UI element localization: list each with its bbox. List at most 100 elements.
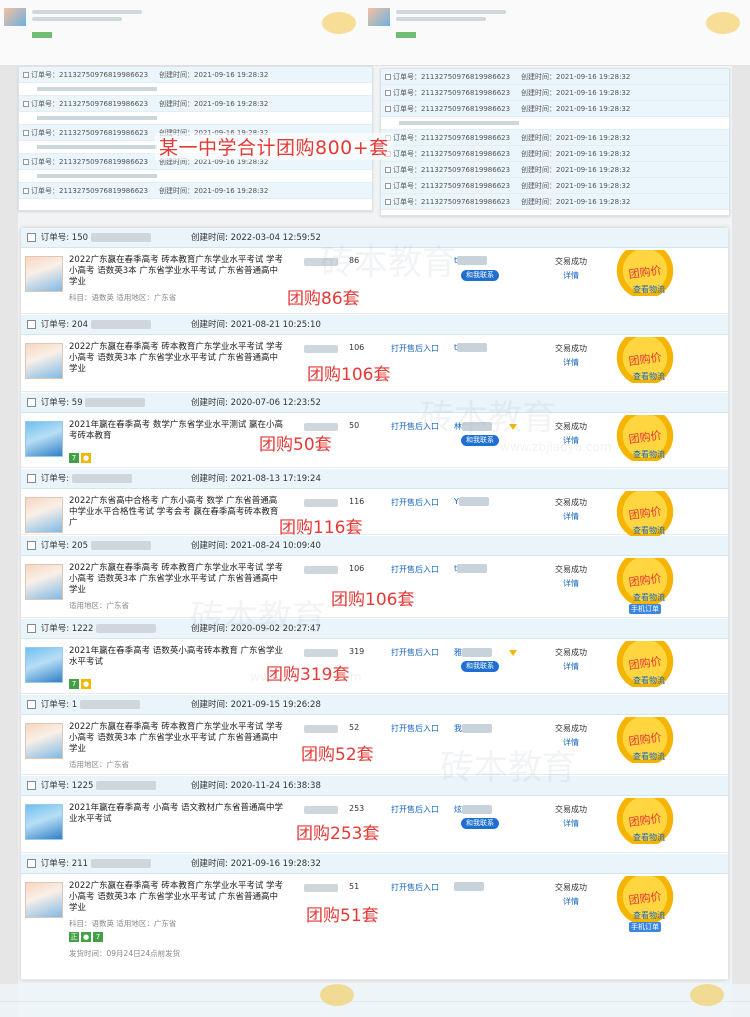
detail-link[interactable]: 详情 <box>546 270 596 281</box>
flag-icon[interactable] <box>509 424 517 430</box>
collage-row: 订单号：21132750976819986623创建时间：2021-09-16 … <box>19 183 372 199</box>
product-meta: 科目：语数英 适用地区：广东省 <box>69 919 177 928</box>
order-status: 交易成功 <box>555 257 587 266</box>
after-sale-link[interactable]: 打开售后入口 <box>391 497 439 508</box>
order-checkbox[interactable] <box>27 541 36 550</box>
buyer-name[interactable]: 雅 <box>454 647 492 658</box>
contact-button[interactable]: 和我联系 <box>461 818 499 829</box>
contact-button[interactable]: 和我联系 <box>461 435 499 446</box>
detail-link[interactable]: 详情 <box>546 818 596 829</box>
order-checkbox[interactable] <box>27 398 36 407</box>
product-title[interactable]: 2022广东赢在春季高考 砖本教育广东学业水平考试 学考小高考 语数英3本 广东… <box>69 881 284 914</box>
quantity: 319 <box>349 647 365 656</box>
detail-link[interactable]: 详情 <box>546 511 596 522</box>
logistics-link[interactable]: 查看物流 <box>624 371 674 382</box>
order-checkbox[interactable] <box>27 233 36 242</box>
order-checkbox[interactable] <box>27 700 36 709</box>
order-body: 2022广东赢在春季高考 砖本教育广东学业水平考试 学考小高考 语数英3本 广东… <box>21 715 728 774</box>
after-sale-link[interactable]: 打开售后入口 <box>391 421 439 432</box>
after-sale-link[interactable]: 打开售后入口 <box>391 804 439 815</box>
ship-time: 发货时间：09月24日24点前发货 <box>69 949 181 958</box>
order-item: 订单号: 1225 创建时间: 2020-11-24 16:38:38 2021… <box>21 776 728 853</box>
product-title[interactable]: 2022广东赢在春季高考 砖本教育广东学业水平考试 学考小高考 语数英3本 广东… <box>69 255 284 288</box>
after-sale-link[interactable]: 打开售后入口 <box>391 882 439 893</box>
product-thumbnail[interactable] <box>25 256 63 292</box>
detail-link[interactable]: 详情 <box>546 737 596 748</box>
after-sale-link[interactable]: 打开售后入口 <box>391 343 439 354</box>
product-title[interactable]: 2022广东省高中合格考 广东小高考 数学 广东省普通高中学业水平合格性考试 学… <box>69 496 284 529</box>
product-thumbnail[interactable] <box>25 804 63 840</box>
group-buy-annotation: 团购52套 <box>301 745 374 765</box>
logistics-link[interactable]: 查看物流 <box>624 284 674 295</box>
product-title[interactable]: 2022广东赢在春季高考 砖本教育广东学业水平考试 学考小高考 语数英3本 广东… <box>69 342 284 375</box>
product-thumbnail[interactable] <box>25 497 63 533</box>
logistics-link[interactable]: 查看物流 <box>624 525 674 536</box>
price-redacted <box>304 345 338 353</box>
collage-row <box>19 83 372 96</box>
order-number-redacted <box>71 474 132 483</box>
product-title[interactable]: 2021年赢在春季高考 数学广东省学业水平测试 赢在小高考砖本教育 <box>69 420 284 442</box>
service-tags: 7 ● <box>69 453 93 463</box>
logistics-link[interactable]: 查看物流 <box>624 910 674 921</box>
collage-row <box>19 170 372 183</box>
order-checkbox[interactable] <box>27 624 36 633</box>
order-number: 1 <box>71 700 78 710</box>
contact-button[interactable]: 和我联系 <box>461 270 499 281</box>
after-sale-link[interactable]: 打开售后入口 <box>391 723 439 734</box>
buyer-name[interactable]: 炫 <box>454 804 492 815</box>
tag-icon: 正 <box>69 932 79 942</box>
product-title[interactable]: 2022广东赢在春季高考 砖本教育广东学业水平考试 学考小高考 语数英3本 广东… <box>69 722 284 755</box>
product-thumbnail[interactable] <box>25 421 63 457</box>
collage-row: 订单号：21132750976819986623创建时间：2021-09-16 … <box>381 130 729 146</box>
detail-link[interactable]: 详情 <box>546 896 596 907</box>
logistics-link[interactable]: 查看物流 <box>624 592 674 603</box>
logistics-link[interactable]: 查看物流 <box>624 675 674 686</box>
buyer-name[interactable]: 我 <box>454 723 492 734</box>
logistics-link[interactable]: 查看物流 <box>624 449 674 460</box>
logistics-link[interactable]: 查看物流 <box>624 832 674 843</box>
buyer-name[interactable]: 林 <box>454 421 492 432</box>
detail-link[interactable]: 详情 <box>546 435 596 446</box>
order-body: 2021年赢在春季高考 数学广东省学业水平测试 赢在小高考砖本教育 7 ● 50 打开售… <box>21 413 728 467</box>
product-thumbnail[interactable] <box>25 647 63 683</box>
order-number: 59 <box>71 398 83 408</box>
after-sale-link[interactable]: 打开售后入口 <box>391 647 439 658</box>
product-thumbnail[interactable] <box>25 343 63 379</box>
after-sale-link[interactable]: 打开售后入口 <box>391 564 439 575</box>
order-body: 2022广东赢在春季高考 砖本教育广东学业水平考试 学考小高考 语数英3本 广东… <box>21 874 728 979</box>
detail-link[interactable]: 详情 <box>546 661 596 672</box>
order-checkbox[interactable] <box>27 781 36 790</box>
collage-row: 订单号：21132750976819986623创建时间：2021-09-16 … <box>381 69 729 85</box>
collage-row: 订单号：21132750976819986623创建时间：2021-09-16 … <box>381 85 729 101</box>
product-title[interactable]: 2021年赢在春季高考 小高考 语文教材广东省普通高中学业水平考试 <box>69 803 284 825</box>
detail-link[interactable]: 详情 <box>546 578 596 589</box>
order-checkbox[interactable] <box>27 320 36 329</box>
buyer-name[interactable]: Y <box>454 497 489 506</box>
collage-row: 订单号：21132750976819986623创建时间：2021-09-16 … <box>381 101 729 117</box>
order-number-redacted <box>96 624 157 633</box>
order-item: 订单号: 59 创建时间: 2020-07-06 12:23:52 2021年赢… <box>21 393 728 468</box>
buyer-name[interactable]: t <box>454 256 488 265</box>
order-header: 订单号: 150 创建时间: 2022-03-04 12:59:52 <box>21 228 728 248</box>
bg-tags <box>396 32 416 38</box>
buyer-name[interactable]: t <box>454 564 488 573</box>
tag-icon: ● <box>81 932 91 942</box>
product-meta: 适用地区：广东省 <box>69 601 129 610</box>
product-thumbnail[interactable] <box>25 564 63 600</box>
product-title[interactable]: 2022广东赢在春季高考 砖本教育广东学业水平考试 学考小高考 语数英3本 广东… <box>69 563 284 596</box>
order-status: 交易成功 <box>555 422 587 431</box>
flag-icon[interactable] <box>509 650 517 656</box>
logistics-link[interactable]: 查看物流 <box>624 751 674 762</box>
order-checkbox[interactable] <box>27 859 36 868</box>
detail-link[interactable]: 详情 <box>546 357 596 368</box>
product-title[interactable]: 2021年赢在春季高考 语数英小高考砖本教育 广东省学业水平考试 <box>69 646 284 668</box>
buyer-name[interactable]: t <box>454 343 488 352</box>
product-thumbnail[interactable] <box>25 723 63 759</box>
collage-row <box>19 112 372 125</box>
product-thumbnail[interactable] <box>25 882 63 918</box>
group-price-label: 团购价 <box>627 571 663 590</box>
contact-button[interactable]: 和我联系 <box>461 661 499 672</box>
created-time: 创建时间: 2021-08-24 10:09:40 <box>191 541 321 551</box>
order-checkbox[interactable] <box>27 474 36 483</box>
buyer-name[interactable] <box>454 882 484 891</box>
